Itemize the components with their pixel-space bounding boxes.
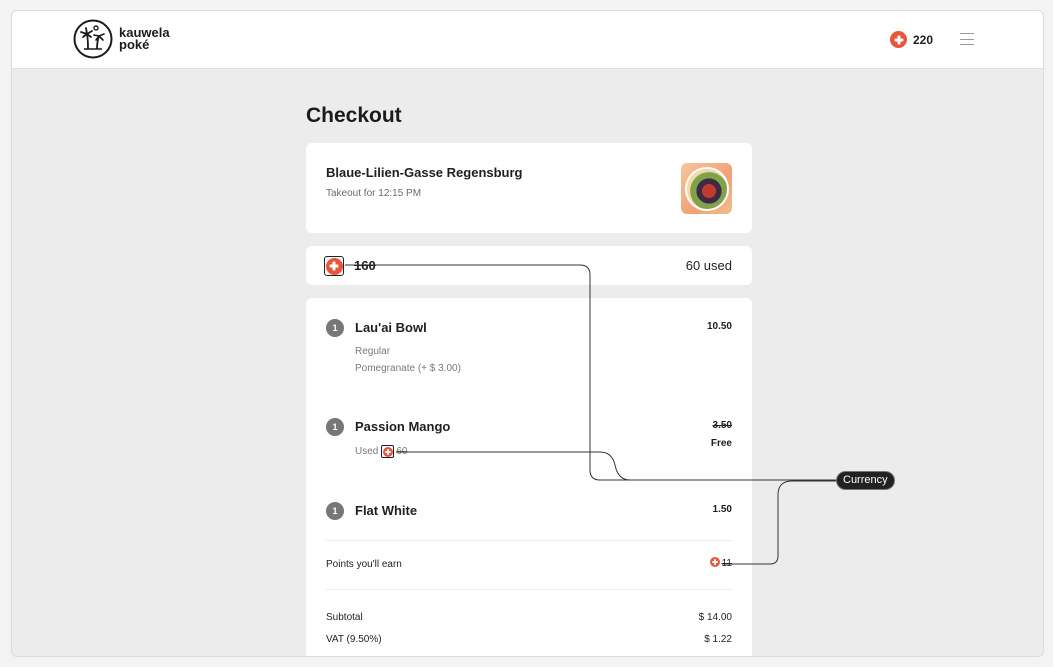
item-free-label: Free — [710, 438, 732, 449]
used-coin-box — [381, 445, 395, 458]
subtotal-value: $ 14.00 — [698, 612, 732, 623]
store-subtitle: Takeout for 12:15 PM — [326, 188, 422, 199]
vat-row: VAT (9.50%) $ 1.22 — [326, 634, 732, 645]
earn-points-value: 11 — [709, 557, 732, 570]
item-original-price: 3.50 — [712, 420, 732, 431]
vat-label: VAT (9.50%) — [326, 634, 382, 645]
logo-line-2: poké — [119, 37, 150, 52]
subtotal-label: Subtotal — [326, 612, 363, 623]
poke-bowl-image — [687, 169, 727, 209]
logo[interactable]: kauwela poké — [73, 19, 170, 59]
redeem-used: 60 used — [685, 258, 732, 273]
redeem-points: 160 — [354, 258, 376, 273]
order-items-card: 1 Lau'ai Bowl 10.50 Regular Pomegranate … — [306, 298, 752, 656]
points-balance-value: 220 — [913, 32, 934, 47]
item-name: Passion Mango — [355, 419, 451, 434]
store-image — [681, 163, 732, 214]
plus-coin-icon — [325, 257, 343, 275]
plus-coin-icon — [709, 557, 720, 567]
item-name: Lau'ai Bowl — [355, 320, 427, 335]
palm-tree-logo-icon — [73, 19, 113, 59]
item-option: Pomegranate (+ $ 3.00) — [355, 363, 461, 374]
item-name: Flat White — [355, 503, 418, 518]
plus-coin-icon — [890, 31, 907, 48]
page-title: Checkout — [306, 104, 402, 127]
store-name: Blaue-Lilien-Gasse Regensburg — [326, 165, 523, 180]
points-balance[interactable]: 220 — [890, 31, 933, 48]
item-option: Regular — [355, 346, 391, 357]
store-card: Blaue-Lilien-Gasse Regensburg Takeout fo… — [306, 143, 752, 233]
vat-value: $ 1.22 — [704, 634, 732, 645]
item-price: 1.50 — [712, 504, 732, 515]
subtotal-row: Subtotal $ 14.00 — [326, 612, 732, 623]
item-used-points: Used 60 — [355, 445, 407, 458]
earn-points-label: Points you'll earn — [326, 559, 402, 570]
used-prefix: Used — [355, 446, 379, 457]
currency-annotation-tag: Currency — [836, 471, 895, 490]
plus-coin-icon — [382, 446, 393, 457]
browser-frame: kauwela poké 220 Checkout Blaue-Lilien-G… — [11, 10, 1044, 657]
divider — [326, 540, 732, 541]
top-bar: kauwela poké 220 — [12, 11, 1043, 69]
item-price: 10.50 — [706, 321, 732, 332]
divider — [326, 589, 732, 590]
hamburger-icon[interactable] — [960, 33, 974, 45]
quantity-badge: 1 — [326, 319, 344, 337]
redeem-points-card[interactable]: 160 60 used — [306, 246, 752, 285]
earn-coin-box — [709, 557, 720, 570]
earn-points-number: 11 — [721, 558, 732, 569]
quantity-badge: 1 — [326, 502, 344, 520]
logo-text: kauwela poké — [119, 26, 170, 52]
used-points-value: 60 — [396, 446, 408, 457]
redeem-coin-box — [324, 256, 344, 276]
quantity-badge: 1 — [326, 418, 344, 436]
